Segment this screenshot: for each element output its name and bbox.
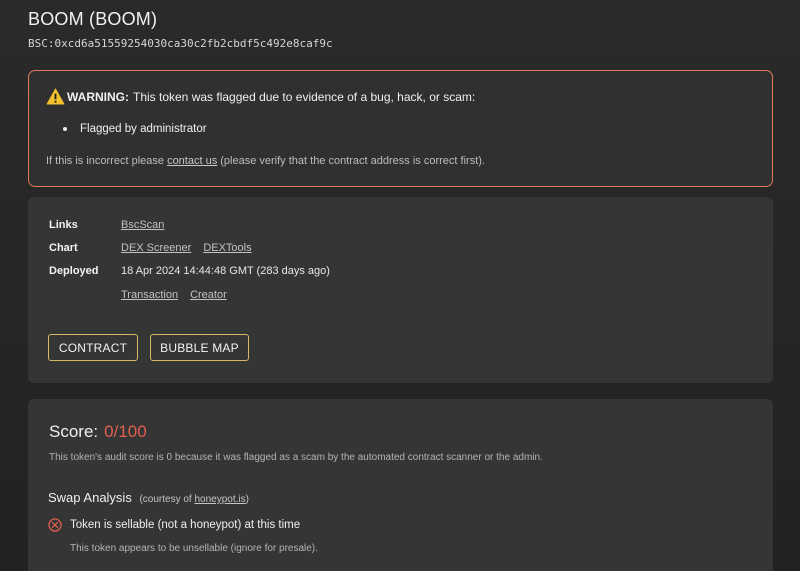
sellable-check: Token is sellable (not a honeypot) at th… bbox=[48, 518, 300, 532]
deployed-row: Deployed 18 Apr 2024 14:44:48 GMT (283 d… bbox=[49, 265, 330, 277]
links-label: Links bbox=[49, 219, 78, 231]
score-description: This token's audit score is 0 because it… bbox=[49, 452, 543, 463]
courtesy-prefix: (courtesy of bbox=[139, 494, 195, 505]
incorrect-prefix: If this is incorrect please bbox=[46, 155, 168, 167]
bubble-map-button[interactable]: BUBBLE MAP bbox=[150, 334, 249, 361]
bscscan-link[interactable]: BscScan bbox=[121, 219, 164, 231]
token-title: BOOM (BOOM) bbox=[28, 9, 158, 29]
deployed-value: 18 Apr 2024 14:44:48 GMT (283 days ago) bbox=[121, 265, 330, 277]
info-card: Links BscScan Chart DEX Screener DEXTool… bbox=[28, 197, 773, 383]
deployed-links-row: Transaction Creator bbox=[49, 289, 239, 301]
warning-triangle-icon bbox=[46, 88, 65, 105]
score-label: Score: bbox=[49, 422, 99, 441]
swap-courtesy: (courtesy of honeypot.is) bbox=[139, 494, 249, 505]
score-card: Score: 0/100 This token's audit score is … bbox=[28, 399, 773, 571]
incorrect-suffix: (please verify that the contract address… bbox=[217, 155, 485, 167]
dex-screener-link[interactable]: DEX Screener bbox=[121, 242, 191, 254]
reason-list-item: Flagged by administrator bbox=[63, 123, 207, 135]
contract-address: BSC:0xcd6a51559254030ca30c2fb2cbdf5c492e… bbox=[28, 37, 333, 50]
score-value: 0/100 bbox=[104, 422, 147, 441]
courtesy-suffix: ) bbox=[245, 494, 249, 505]
reason-text: Flagged by administrator bbox=[80, 123, 207, 135]
bullet-icon bbox=[63, 127, 67, 131]
honeypot-link[interactable]: honeypot.is bbox=[194, 494, 245, 505]
warning-label: WARNING: bbox=[67, 89, 129, 104]
warning-line: WARNING: This token was flagged due to e… bbox=[46, 88, 475, 105]
creator-link[interactable]: Creator bbox=[190, 289, 227, 301]
contact-us-link[interactable]: contact us bbox=[167, 155, 217, 167]
links-row: Links BscScan bbox=[49, 219, 176, 231]
dextools-link[interactable]: DEXTools bbox=[203, 242, 251, 254]
deployed-label: Deployed bbox=[49, 265, 99, 277]
score-line: Score: 0/100 bbox=[49, 422, 147, 442]
swap-analysis-heading: Swap Analysis (courtesy of honeypot.is) bbox=[48, 490, 249, 505]
chart-row: Chart DEX Screener DEXTools bbox=[49, 242, 264, 254]
token-page: BOOM (BOOM) BSC:0xcd6a51559254030ca30c2f… bbox=[0, 0, 800, 571]
warning-text: This token was flagged due to evidence o… bbox=[133, 89, 476, 104]
contract-button[interactable]: CONTRACT bbox=[48, 334, 138, 361]
check-title: Token is sellable (not a honeypot) at th… bbox=[70, 519, 301, 531]
incorrect-note: If this is incorrect please contact us (… bbox=[46, 155, 485, 167]
check-subtext: This token appears to be unsellable (ign… bbox=[70, 543, 318, 554]
chart-label: Chart bbox=[49, 242, 78, 254]
transaction-link[interactable]: Transaction bbox=[121, 289, 178, 301]
x-circle-icon bbox=[48, 518, 62, 532]
warning-box: WARNING: This token was flagged due to e… bbox=[28, 70, 773, 187]
swap-title: Swap Analysis bbox=[48, 490, 132, 505]
